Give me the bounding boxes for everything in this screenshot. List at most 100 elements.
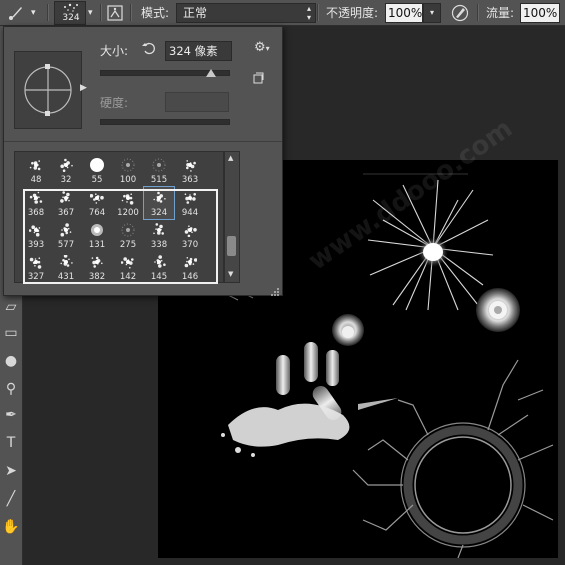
brush-preset-size-label: 142 [119, 272, 137, 282]
eraser-tool-icon[interactable]: ▱ [1, 296, 21, 318]
new-preset-icon[interactable] [252, 69, 264, 84]
brush-picker-chevron-icon[interactable]: ▾ [88, 0, 98, 25]
toggle-brush-panel-button[interactable] [107, 0, 125, 25]
brush-tip-thumbnail-icon [29, 254, 43, 269]
panel-gear-icon[interactable]: ⚙▾ [254, 40, 270, 55]
brush-preset-100[interactable]: 100 [113, 154, 143, 186]
brush-preset-324[interactable]: 324 [143, 186, 175, 220]
brush-preset-size-label: 275 [119, 240, 137, 250]
resize-grip-icon[interactable] [270, 282, 280, 296]
line-tool-icon[interactable]: ╱ [1, 488, 21, 510]
size-value-field[interactable]: 324 像素 [165, 41, 232, 61]
opacity-label: 不透明度: [326, 6, 379, 20]
brush-preset-size-label: 324 [150, 208, 168, 218]
brush-tool-icon[interactable] [8, 0, 26, 25]
brush-tip-thumbnail-icon [89, 190, 104, 204]
size-slider-thumb[interactable] [206, 69, 217, 77]
brush-preset-size-label: 48 [30, 175, 42, 185]
brush-preset-944[interactable]: 944 [175, 187, 205, 219]
preview-arrow-icon[interactable]: ▶ [80, 83, 87, 93]
brush-preset-577[interactable]: 577 [51, 219, 81, 251]
brush-tip-thumbnail-icon [59, 157, 73, 172]
brush-preset-131[interactable]: 131 [82, 219, 112, 251]
brush-preset-size-label: 146 [181, 272, 199, 282]
scroll-thumb[interactable] [227, 236, 236, 256]
type-tool-icon[interactable]: T [1, 432, 21, 454]
pen-tool-icon[interactable]: ✒ [1, 404, 21, 426]
brush-preset-327[interactable]: 327 [21, 251, 51, 283]
blur-tool-icon[interactable]: ● [1, 350, 21, 372]
flow-label: 流量: [486, 6, 515, 20]
flow-field[interactable]: 100% [520, 0, 560, 25]
hardness-label: 硬度: [100, 96, 129, 110]
brush-tip-thumbnail-icon [90, 157, 104, 172]
brush-preset-size-label: 131 [88, 240, 106, 250]
preset-scrollbar[interactable]: ▲ ▼ [224, 151, 240, 283]
scroll-up-arrow-icon[interactable]: ▲ [228, 154, 233, 162]
brush-preset-48[interactable]: 48 [21, 154, 51, 186]
brush-tip-thumbnail-icon [59, 254, 73, 268]
brush-tip-thumbnail-icon [152, 222, 166, 236]
brush-preset-size-label: 577 [57, 240, 75, 250]
brush-tip-thumbnail-icon [90, 254, 104, 268]
pressure-opacity-icon[interactable] [451, 0, 471, 25]
gradient-tool-icon[interactable]: ▭ [1, 322, 21, 344]
brush-preset-size-label: 370 [181, 240, 199, 250]
brush-preset-32[interactable]: 32 [51, 154, 81, 186]
opacity-field[interactable]: 100% [385, 0, 423, 25]
brush-tip-thumbnail-icon [121, 157, 135, 172]
brush-tip-thumbnail-icon [29, 157, 43, 171]
brush-preset-367[interactable]: 367 [51, 187, 81, 219]
mode-select[interactable]: 正常 ▴ ▾ [176, 0, 316, 25]
brush-tip-thumbnail-icon [183, 222, 197, 238]
brush-preset-382[interactable]: 382 [82, 251, 112, 283]
brush-tip-thumbnail-icon [183, 157, 197, 172]
brush-preset-146[interactable]: 146 [175, 251, 205, 283]
brush-tip-thumbnail-icon [183, 190, 197, 204]
brush-preset-grid: 48 32 55 100 515 363 368 367 764 1200 324 944 393 577… [14, 151, 224, 283]
brush-preset-515[interactable]: 515 [144, 154, 174, 186]
brush-preset-764[interactable]: 764 [82, 187, 112, 219]
brush-tip-thumbnail-icon [121, 222, 135, 237]
brush-preset-431[interactable]: 431 [51, 251, 81, 283]
brush-preset-145[interactable]: 145 [144, 251, 174, 283]
brush-preset-370[interactable]: 370 [175, 219, 205, 251]
brush-preset-size-label: 55 [91, 175, 103, 185]
hardness-slider[interactable] [100, 119, 230, 125]
scroll-down-arrow-icon[interactable]: ▼ [228, 270, 233, 278]
brush-preset-142[interactable]: 142 [113, 251, 143, 283]
brush-tip-thumbnail-icon [28, 222, 43, 237]
reset-size-icon[interactable] [141, 40, 157, 56]
brush-preset-1200[interactable]: 1200 [113, 187, 143, 219]
path-selection-tool-icon[interactable]: ➤ [1, 460, 21, 482]
hand-tool-icon[interactable]: ✋ [1, 516, 21, 538]
brush-tip-thumbnail-icon [59, 190, 73, 204]
brush-preset-363[interactable]: 363 [175, 154, 205, 186]
hardness-value-field[interactable] [165, 92, 229, 112]
opacity-value[interactable]: 100% [385, 2, 423, 23]
mode-label: 模式: [141, 6, 170, 20]
brush-preset-55[interactable]: 55 [82, 154, 112, 186]
brush-preset-size-label: 363 [181, 175, 199, 185]
brush-preset-338[interactable]: 338 [144, 219, 174, 251]
brush-preset-size-label: 764 [88, 208, 106, 218]
flow-value[interactable]: 100% [520, 2, 560, 23]
brush-preset-size-label: 1200 [117, 208, 139, 218]
brush-preset-size-label: 944 [181, 208, 199, 218]
dropdown-arrow-icon: ▾ [423, 2, 441, 23]
brush-tip-thumbnail-icon [152, 254, 166, 268]
brush-tip-thumbnail-icon [59, 222, 73, 237]
opacity-dropdown-button[interactable]: ▾ [423, 0, 441, 25]
brush-preset-368[interactable]: 368 [21, 187, 51, 219]
dodge-tool-icon[interactable]: ⚲ [1, 378, 21, 400]
brush-preset-size-label: 382 [88, 272, 106, 282]
size-slider[interactable] [100, 69, 230, 77]
brush-tip-thumbnail-icon [152, 157, 166, 172]
tool-preset-chevron-icon[interactable]: ▾ [31, 0, 43, 25]
brush-preset-picker[interactable]: 324 [54, 0, 86, 25]
brush-preset-size-label: 367 [57, 208, 75, 218]
brush-preset-393[interactable]: 393 [21, 219, 51, 251]
brush-preset-size-label: 431 [57, 272, 75, 282]
brush-preset-size-label: 100 [119, 175, 137, 185]
brush-preset-275[interactable]: 275 [113, 219, 143, 251]
